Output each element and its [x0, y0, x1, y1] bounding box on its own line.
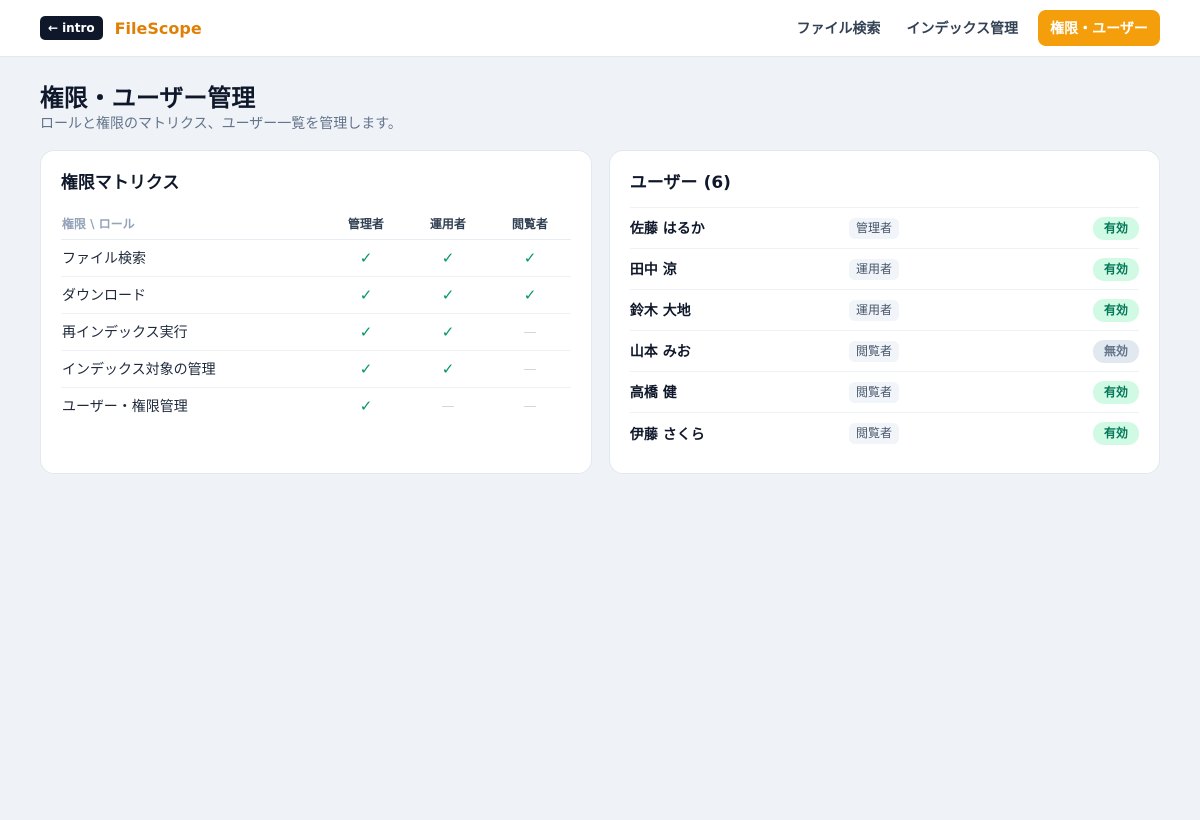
- main-nav: ファイル検索 インデックス管理 権限・ユーザー: [791, 10, 1160, 46]
- matrix-cell: ✓: [407, 239, 489, 277]
- nav-index-management[interactable]: インデックス管理: [901, 10, 1025, 46]
- matrix-cell: ✓: [407, 350, 489, 388]
- matrix-cell: —: [489, 387, 571, 424]
- matrix-cell: ✓: [325, 350, 407, 388]
- matrix-cell: ✓: [407, 276, 489, 314]
- matrix-cell: ✓: [489, 276, 571, 314]
- matrix-cell: ✓: [325, 313, 407, 351]
- top-bar: ← intro FileScope ファイル検索 インデックス管理 権限・ユーザ…: [0, 0, 1200, 57]
- matrix-body: ファイル検索 ✓ ✓ ✓ ダウンロード ✓ ✓ ✓ 再インデックス実行 ✓ ✓ — インデックス対象の管…: [61, 239, 571, 424]
- matrix-cell: ✓: [325, 239, 407, 277]
- user-name: 山本 みお: [630, 344, 691, 360]
- permission-name: ファイル検索: [61, 239, 325, 277]
- brand-logo: FileScope: [114, 18, 202, 38]
- status-badge: 有効: [1092, 298, 1139, 322]
- role-header-admin: 管理者: [325, 209, 407, 240]
- page-subtitle: ロールと権限のマトリクス、ユーザー一覧を管理します。: [40, 116, 402, 132]
- role-badge: 運用者: [849, 299, 900, 321]
- check-icon: ✓: [441, 322, 455, 341]
- role-header-operator: 運用者: [407, 209, 489, 240]
- matrix-cell: ✓: [489, 239, 571, 277]
- user-row[interactable]: 田中 涼 運用者 有効: [630, 249, 1139, 290]
- user-name: 鈴木 大地: [630, 303, 691, 319]
- users-title: ユーザー (6): [630, 173, 731, 193]
- back-button-label: intro: [62, 21, 95, 35]
- role-badge: 閲覧者: [849, 340, 900, 362]
- dash-icon: —: [523, 361, 537, 377]
- user-row[interactable]: 鈴木 大地 運用者 有効: [630, 290, 1139, 331]
- check-icon: ✓: [359, 285, 373, 304]
- user-list: 佐藤 はるか 管理者 有効 田中 涼運用者 有効 鈴木 大地 運用者 有効 山本 みお 閲覧者 無効…: [630, 207, 1139, 454]
- dash-icon: —: [523, 324, 537, 340]
- matrix-corner-header: 権限 \ ロール: [61, 209, 325, 240]
- check-icon: ✓: [441, 285, 455, 304]
- role-badge: 閲覧者: [849, 381, 900, 403]
- user-name: 田中 涼: [630, 262, 677, 278]
- matrix-cell: ✓: [325, 387, 407, 424]
- status-badge: 有効: [1092, 257, 1139, 281]
- content-cards: 権限マトリクス 権限 \ ロール 管理者 運用者 閲覧者 ファイル検索 ✓ ✓ ✓ ダウ…: [0, 133, 1200, 474]
- user-name: 佐藤 はるか: [630, 221, 705, 237]
- users-card: ユーザー (6) 佐藤 はるか 管理者 有効 田中 涼運用者 有効 鈴木 大地 運用者 有効山…: [609, 150, 1160, 474]
- permission-name: ユーザー・権限管理: [62, 398, 188, 415]
- user-name: 伊藤 さくら: [630, 426, 705, 443]
- status-badge: 有効: [1092, 216, 1139, 240]
- matrix-cell: ✓: [407, 313, 489, 351]
- role-badge: 管理者: [849, 217, 900, 239]
- back-to-intro-button[interactable]: ← intro: [40, 16, 103, 40]
- nav-file-search[interactable]: ファイル検索: [791, 10, 887, 46]
- matrix-cell: —: [489, 350, 571, 388]
- user-row[interactable]: 山本 みお 閲覧者 無効: [630, 331, 1139, 372]
- page-header: 権限・ユーザー管理 ロールと権限のマトリクス、ユーザー一覧を管理します。: [0, 57, 1200, 133]
- role-badge: 運用者: [849, 258, 900, 280]
- check-icon: ✓: [441, 248, 455, 267]
- permission-name: インデックス対象の管理: [61, 350, 325, 388]
- user-row[interactable]: 伊藤 さくら 閲覧者 有効: [630, 413, 1139, 454]
- page-title: 権限・ユーザー管理: [40, 84, 256, 112]
- check-icon: ✓: [359, 396, 373, 415]
- role-header-viewer: 閲覧者: [489, 209, 571, 240]
- check-icon: ✓: [523, 285, 537, 304]
- matrix-cell: ✓: [325, 276, 407, 314]
- matrix-row: 再インデックス実行 ✓ ✓ —: [61, 313, 571, 351]
- status-badge: 有効: [1092, 422, 1139, 445]
- matrix-title: 権限マトリクス: [61, 173, 180, 193]
- dash-icon: —: [523, 398, 537, 414]
- status-badge: 無効: [1092, 339, 1139, 363]
- matrix-row: ユーザー・権限管理 ✓ — —: [61, 387, 571, 424]
- permission-matrix-table: 権限 \ ロール 管理者 運用者 閲覧者 ファイル検索 ✓ ✓ ✓ ダウンロード ✓ ✓ ✓ 再…: [61, 209, 571, 424]
- nav-permissions-users[interactable]: 権限・ユーザー: [1038, 10, 1160, 46]
- matrix-cell: —: [407, 387, 489, 424]
- check-icon: ✓: [359, 322, 373, 341]
- check-icon: ✓: [441, 359, 455, 378]
- permission-name: ダウンロード: [61, 276, 325, 314]
- matrix-row: ファイル検索 ✓ ✓ ✓: [61, 239, 571, 277]
- check-icon: ✓: [523, 248, 537, 267]
- check-icon: ✓: [359, 248, 373, 267]
- matrix-row: ダウンロード ✓ ✓ ✓: [61, 276, 571, 314]
- user-row[interactable]: 佐藤 はるか 管理者 有効: [630, 208, 1139, 249]
- role-badge: 閲覧者: [849, 423, 900, 444]
- permission-name: 再インデックス実行: [61, 313, 325, 351]
- dash-icon: —: [441, 398, 455, 414]
- permission-matrix-card: 権限マトリクス 権限 \ ロール 管理者 運用者 閲覧者 ファイル検索 ✓ ✓ ✓ ダウ…: [40, 150, 592, 474]
- arrow-left-icon: ←: [48, 21, 59, 35]
- matrix-row: インデックス対象の管理 ✓ ✓ —: [61, 350, 571, 388]
- user-row[interactable]: 高橋 健 閲覧者 有効: [630, 372, 1139, 413]
- check-icon: ✓: [359, 359, 373, 378]
- user-name: 高橋 健: [630, 385, 677, 401]
- status-badge: 有効: [1092, 380, 1139, 404]
- matrix-header-row: 権限 \ ロール 管理者 運用者 閲覧者: [61, 209, 571, 240]
- matrix-cell: —: [489, 313, 571, 351]
